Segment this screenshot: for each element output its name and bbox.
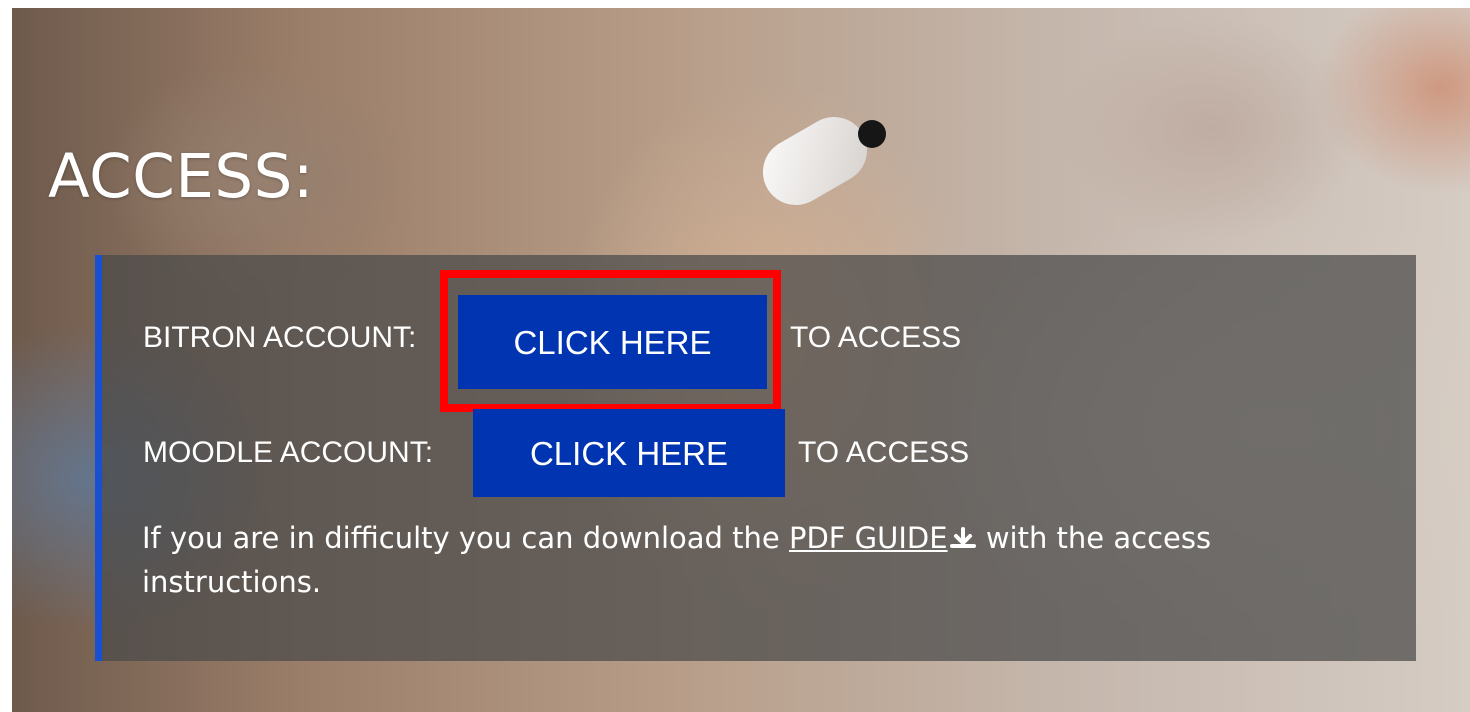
pdf-guide-link[interactable]: PDF GUIDE xyxy=(789,521,948,555)
bitron-to-access-text: TO ACCESS xyxy=(790,321,962,354)
bitron-click-here-button[interactable]: CLICK HERE xyxy=(458,295,767,389)
marker-tip-shape xyxy=(858,120,886,148)
page: ACCESS: BITRON ACCOUNT: CLICK HERE TO AC… xyxy=(0,0,1470,712)
moodle-account-label: MOODLE ACCOUNT: xyxy=(143,436,434,469)
pdf-guide-link-label: PDF GUIDE xyxy=(788,521,948,555)
pdf-guide-text: If you are in difficulty you can downloa… xyxy=(142,516,1292,604)
download-icon xyxy=(949,519,977,548)
guide-prefix: If you are in difficulty you can downloa… xyxy=(142,521,780,555)
moodle-click-here-button[interactable]: CLICK HERE xyxy=(473,409,785,497)
moodle-to-access-text: TO ACCESS xyxy=(798,436,970,469)
marker-shape xyxy=(750,104,880,218)
bitron-account-label: BITRON ACCOUNT: xyxy=(143,321,417,354)
page-title: ACCESS: xyxy=(48,141,314,212)
